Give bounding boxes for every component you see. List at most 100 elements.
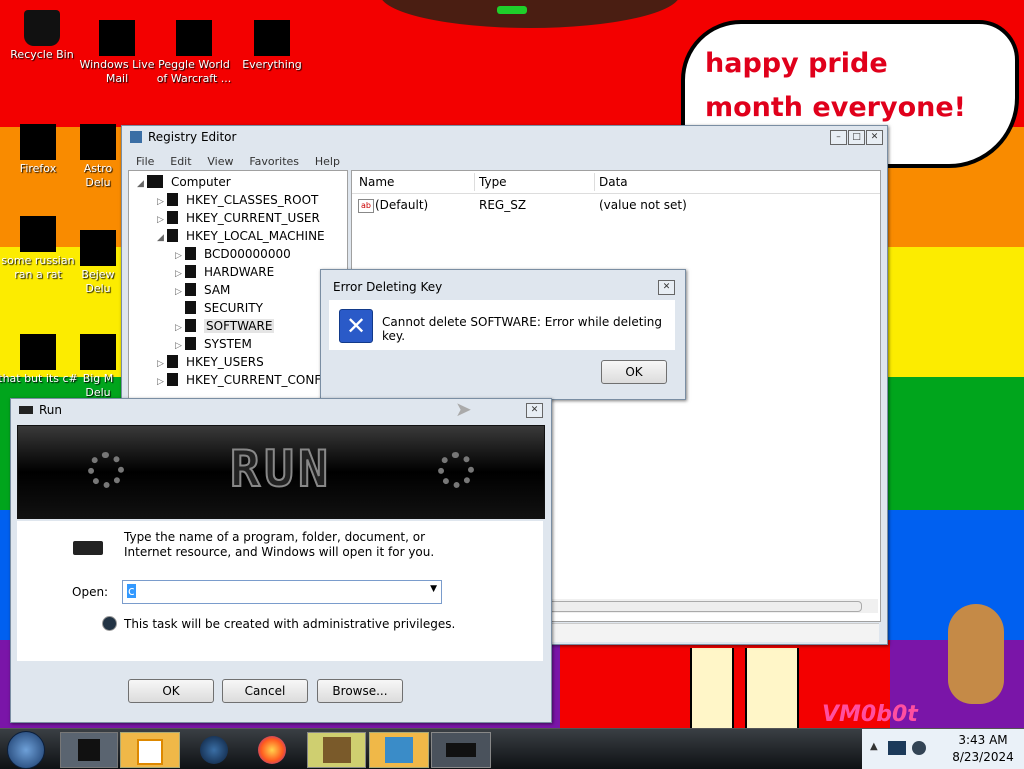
desktop-icon-big-m[interactable]: Big M Delu: [75, 334, 121, 400]
media-app-icon: [137, 739, 163, 765]
value-data: (value not set): [599, 198, 687, 212]
menu-help[interactable]: Help: [315, 155, 340, 168]
tree-item-system[interactable]: ▷ SYSTEM: [137, 335, 347, 353]
desktop-icon-astro[interactable]: Astro Delu: [75, 124, 121, 190]
column-data[interactable]: Data: [599, 171, 628, 193]
desktop-icon-recycle-bin[interactable]: Recycle Bin: [0, 10, 84, 62]
value-row[interactable]: ab (Default) REG_SZ (value not set): [352, 194, 880, 216]
tree-item-hardware[interactable]: ▷ HARDWARE: [137, 263, 347, 281]
tree-item-hkcr[interactable]: ▷ HKEY_CLASSES_ROOT: [137, 191, 347, 209]
icon-label: Astro Delu: [83, 162, 113, 189]
desktop-icon-russian-rat[interactable]: some russian ran a rat: [0, 216, 80, 282]
tree-label: SAM: [204, 283, 231, 297]
desktop-icon-bejeweled[interactable]: Bejew Delu: [75, 230, 121, 296]
tree-label: HKEY_CURRENT_USER: [186, 211, 320, 225]
registry-app-icon: [78, 739, 100, 761]
tray-expand-icon[interactable]: ▲: [870, 741, 878, 752]
menu-edit[interactable]: Edit: [170, 155, 191, 168]
taskbar-item-media[interactable]: [120, 732, 180, 768]
run-cancel-button[interactable]: Cancel: [222, 679, 308, 703]
tree-item-hkcu[interactable]: ▷ HKEY_CURRENT_USER: [137, 209, 347, 227]
tree-item-sam[interactable]: ▷ SAM: [137, 281, 347, 299]
game-app-icon: [322, 737, 351, 763]
tree-label: HKEY_LOCAL_MACHINE: [186, 229, 325, 243]
error-ok-button[interactable]: OK: [601, 360, 667, 384]
tree-item-security[interactable]: SECURITY: [137, 299, 347, 317]
collapse-arrow-icon: ◢: [157, 233, 164, 243]
run-program-icon: [73, 541, 103, 555]
tree-label: Computer: [171, 175, 231, 189]
run-description: Type the name of a program, folder, docu…: [124, 530, 435, 559]
tree-item-hku[interactable]: ▷ HKEY_USERS: [137, 353, 347, 371]
column-divider: [474, 173, 475, 191]
taskbar-item-registry[interactable]: [60, 732, 118, 768]
registry-titlebar[interactable]: Registry Editor: [122, 126, 887, 148]
tree-item-computer[interactable]: ◢ Computer: [137, 173, 347, 191]
open-input[interactable]: c: [127, 584, 136, 598]
firefox-icon: [258, 736, 286, 764]
error-message: Cannot delete SOFTWARE: Error while dele…: [382, 315, 663, 343]
scrollbar-thumb[interactable]: [542, 601, 862, 612]
collapse-arrow-icon: ◢: [137, 179, 144, 189]
desktop-icon-peggle[interactable]: Peggle World of Warcraft ...: [152, 20, 236, 86]
dialog-title: Error Deleting Key: [333, 280, 443, 294]
tree-item-bcd[interactable]: ▷ BCD00000000: [137, 245, 347, 263]
desktop-icon-everything[interactable]: Everything: [230, 20, 314, 72]
menu-file[interactable]: File: [136, 155, 154, 168]
tree-item-software[interactable]: ▷ SOFTWARE: [137, 317, 347, 335]
clock-date[interactable]: 8/23/2024: [942, 750, 1024, 764]
taskbar-item-run[interactable]: [431, 732, 491, 768]
error-titlebar[interactable]: Error Deleting Key: [321, 270, 685, 298]
column-name[interactable]: Name: [359, 171, 394, 193]
tree-label: SECURITY: [204, 301, 263, 315]
globe-icon: [200, 736, 228, 764]
menu-favorites[interactable]: Favorites: [249, 155, 299, 168]
folder-icon: [185, 319, 196, 332]
tree-label: HKEY_CURRENT_CONFI: [186, 373, 325, 387]
speech-bubble-text: happy pride month everyone!: [705, 48, 966, 123]
run-banner: RUN: [17, 425, 545, 519]
run-app-icon: [19, 406, 33, 414]
run-dialog[interactable]: Run ➤ ✕ RUN Type the name of a program, …: [10, 397, 552, 723]
close-button[interactable]: ✕: [658, 280, 675, 295]
volume-icon[interactable]: [912, 741, 926, 755]
tray-area: ▲ 3:43 AM 8/23/2024: [862, 729, 1024, 769]
minimize-button[interactable]: –: [830, 130, 847, 145]
taskbar-item-globe[interactable]: [196, 732, 232, 766]
cursor-arrow-icon: ➤: [455, 397, 472, 421]
desktop-icon-csharp[interactable]: that but its c#: [0, 334, 80, 386]
taskbar-item-game[interactable]: [307, 732, 366, 768]
clock-time[interactable]: 3:43 AM: [946, 733, 1020, 747]
string-value-icon: ab: [358, 199, 374, 213]
close-button[interactable]: ✕: [526, 403, 543, 418]
russian-rat-icon: [20, 216, 56, 252]
error-x-icon: ✕: [339, 309, 373, 343]
start-button[interactable]: [7, 731, 45, 769]
desktop-icon-windows-live-mail[interactable]: Windows Live Mail: [75, 20, 159, 86]
tree-label: HARDWARE: [204, 265, 275, 279]
open-combobox[interactable]: c ▼: [122, 580, 442, 604]
desktop-icon-firefox[interactable]: Firefox: [0, 124, 80, 176]
close-button[interactable]: ✕: [866, 130, 883, 145]
tree-item-hkcc[interactable]: ▷ HKEY_CURRENT_CONFI: [137, 371, 347, 389]
network-icon[interactable]: [888, 741, 906, 755]
registry-icon: [130, 131, 142, 143]
column-type[interactable]: Type: [479, 171, 507, 193]
maximize-button[interactable]: □: [848, 130, 865, 145]
error-dialog[interactable]: Error Deleting Key ✕ ✕ Cannot delete SOF…: [320, 269, 686, 400]
taskbar-item-blocks[interactable]: [369, 732, 429, 768]
chevron-down-icon[interactable]: ▼: [430, 584, 437, 594]
folder-icon: [167, 193, 178, 206]
tree-item-hklm[interactable]: ◢ HKEY_LOCAL_MACHINE: [137, 227, 347, 245]
icon-label: that but its c#: [0, 372, 78, 385]
folder-icon: [185, 247, 196, 260]
csharp-icon: [20, 334, 56, 370]
admin-note: This task will be created with administr…: [124, 617, 456, 631]
taskbar-item-firefox[interactable]: [254, 732, 290, 766]
open-label: Open:: [72, 585, 109, 599]
run-ok-button[interactable]: OK: [128, 679, 214, 703]
value-name: (Default): [375, 198, 429, 212]
menu-view[interactable]: View: [207, 155, 233, 168]
run-banner-text: RUN: [229, 439, 333, 499]
run-browse-button[interactable]: Browse...: [317, 679, 403, 703]
